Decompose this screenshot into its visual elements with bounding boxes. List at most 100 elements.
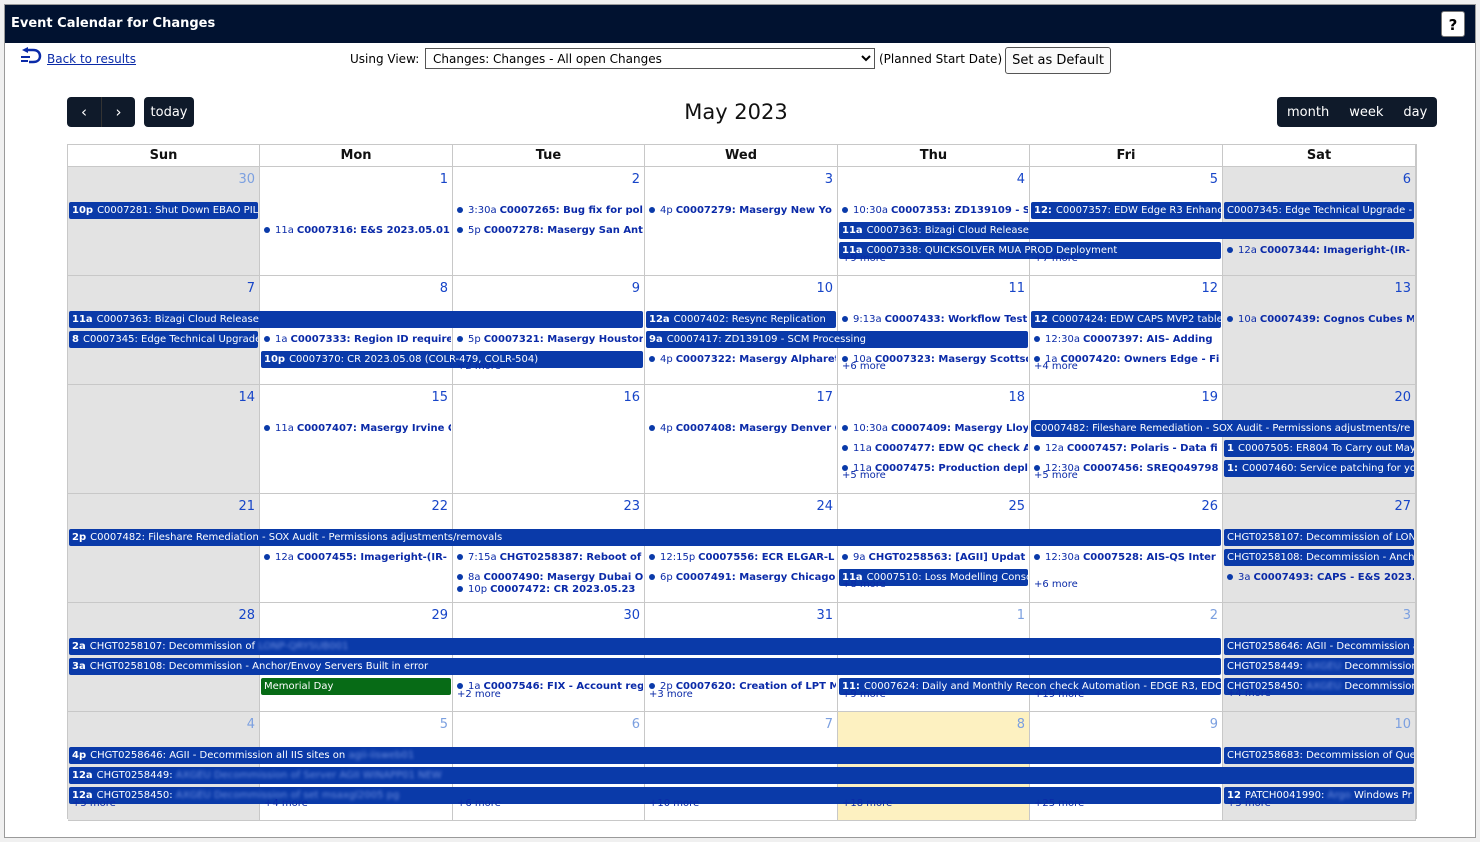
day-number[interactable]: 2 bbox=[632, 172, 640, 187]
more-events-link[interactable]: +18 more bbox=[842, 798, 892, 809]
help-button[interactable]: ? bbox=[1441, 11, 1465, 37]
day-number[interactable]: 13 bbox=[1394, 281, 1411, 296]
event-item[interactable]: 5p C0007278: Masergy San Ant bbox=[454, 222, 643, 239]
day-number[interactable]: 6 bbox=[1403, 172, 1411, 187]
event-bar[interactable]: 3a CHGT0258108: Decommission - Anchor/Env… bbox=[69, 658, 1221, 675]
day-cell[interactable]: 17 bbox=[645, 385, 838, 494]
event-bar[interactable]: CHGT0258646: AGII - Decommission a bbox=[1224, 638, 1414, 655]
event-bar[interactable]: 9a C0007417: ZD139109 - SCM Processing bbox=[646, 331, 1028, 348]
more-events-link[interactable]: +5 more bbox=[842, 470, 886, 481]
more-events-link[interactable]: +5 more bbox=[1034, 470, 1078, 481]
day-number[interactable]: 30 bbox=[238, 172, 255, 187]
day-number[interactable]: 14 bbox=[238, 390, 255, 405]
day-number[interactable]: 8 bbox=[440, 281, 448, 296]
more-events-link[interactable]: +4 more bbox=[264, 798, 308, 809]
day-number[interactable]: 18 bbox=[1008, 390, 1025, 405]
more-events-link[interactable]: +6 more bbox=[1034, 579, 1078, 590]
event-item[interactable]: 1a C0007333: Region ID require bbox=[261, 331, 451, 348]
day-cell[interactable]: 3 bbox=[645, 167, 838, 276]
day-number[interactable]: 23 bbox=[623, 499, 640, 514]
event-item[interactable]: 6p C0007491: Masergy Chicago bbox=[646, 569, 836, 586]
event-item[interactable]: 9:13a C0007433: Workflow Test bbox=[839, 311, 1028, 328]
event-item[interactable]: 3a C0007493: CAPS - E&S 2023. bbox=[1224, 569, 1414, 586]
event-bar[interactable]: C0007482: Fileshare Remediation - SOX Au… bbox=[1031, 420, 1414, 437]
day-number[interactable]: 5 bbox=[440, 717, 448, 732]
day-number[interactable]: 26 bbox=[1201, 499, 1218, 514]
day-cell[interactable]: 16 bbox=[453, 385, 645, 494]
more-events-link[interactable]: +10 more bbox=[649, 798, 699, 809]
day-number[interactable]: 5 bbox=[1210, 172, 1218, 187]
event-item[interactable]: 11a C0007316: E&S 2023.05.01 bbox=[261, 222, 451, 239]
more-events-link[interactable]: +7 more bbox=[1034, 253, 1078, 264]
day-number[interactable]: 9 bbox=[632, 281, 640, 296]
event-bar[interactable]: 11a C0007338: QUICKSOLVER MUA PROD Deploy… bbox=[839, 242, 1221, 259]
event-item[interactable]: 4p C0007322: Masergy Alpharet bbox=[646, 351, 836, 368]
event-bar[interactable]: 4p CHGT0258646: AGII - Decommission all I… bbox=[69, 747, 1221, 764]
back-arrow-icon[interactable] bbox=[19, 47, 43, 67]
event-bar[interactable]: CHGT0258449: AXGEU Decommission bbox=[1224, 658, 1414, 675]
day-number[interactable]: 19 bbox=[1201, 390, 1218, 405]
day-number[interactable]: 4 bbox=[1017, 172, 1025, 187]
holiday-event[interactable]: Memorial Day bbox=[261, 678, 451, 695]
event-item[interactable]: 12:15p C0007556: ECR ELGAR-L bbox=[646, 549, 836, 566]
day-number[interactable]: 31 bbox=[816, 608, 833, 623]
more-events-link[interactable]: +5 more bbox=[1227, 798, 1271, 809]
event-item[interactable]: 4p C0007408: Masergy Denver C bbox=[646, 420, 836, 437]
event-bar[interactable]: 2a CHGT0258107: Decommission of LONP-QRYS… bbox=[69, 638, 1221, 655]
day-number[interactable]: 27 bbox=[1394, 499, 1411, 514]
event-bar[interactable]: 12 C0007424: EDW CAPS MVP2 table bbox=[1031, 311, 1221, 328]
event-item[interactable]: 11a C0007407: Masergy Irvine C bbox=[261, 420, 451, 437]
day-number[interactable]: 15 bbox=[431, 390, 448, 405]
event-item[interactable]: 4p C0007279: Masergy New Yo bbox=[646, 202, 836, 219]
event-bar[interactable]: 12a CHGT0258449: AXGEU Decommission of Se… bbox=[69, 767, 1414, 784]
event-item[interactable]: 7:15a CHGT0258387: Reboot of bbox=[454, 549, 643, 566]
more-events-link[interactable]: +6 more bbox=[457, 798, 501, 809]
day-number[interactable]: 30 bbox=[623, 608, 640, 623]
event-item[interactable]: 12:30a C0007397: AIS- Adding bbox=[1031, 331, 1221, 348]
day-number[interactable]: 3 bbox=[1403, 608, 1411, 623]
more-events-link[interactable]: +19 more bbox=[1034, 689, 1084, 700]
event-bar[interactable]: 1 C0007505: ER804 To Carry out May bbox=[1224, 440, 1414, 457]
event-item[interactable]: 9a CHGT0258563: [AGII] Updat bbox=[839, 549, 1028, 566]
day-cell[interactable]: 30 bbox=[68, 167, 260, 276]
day-number[interactable]: 12 bbox=[1201, 281, 1218, 296]
day-number[interactable]: 1 bbox=[440, 172, 448, 187]
event-item[interactable]: 10:30a C0007409: Masergy Lloyd bbox=[839, 420, 1028, 437]
more-events-link[interactable]: +9 more bbox=[842, 253, 886, 264]
event-item[interactable]: 11a C0007477: EDW QC check A bbox=[839, 440, 1028, 457]
more-events-link[interactable]: +4 more bbox=[1227, 688, 1271, 699]
event-bar[interactable]: 10p C0007370: CR 2023.05.08 (COLR-479, CO… bbox=[261, 351, 643, 368]
event-bar[interactable]: 8 C0007345: Edge Technical Upgrade - bbox=[69, 331, 258, 348]
day-number[interactable]: 11 bbox=[1008, 281, 1025, 296]
event-bar[interactable]: CHGT0258107: Decommission of LON bbox=[1224, 529, 1414, 546]
day-number[interactable]: 9 bbox=[1210, 717, 1218, 732]
day-number[interactable]: 20 bbox=[1394, 390, 1411, 405]
event-item[interactable]: 12a C0007344: Imageright-(IR- bbox=[1224, 242, 1414, 259]
day-cell[interactable]: 14 bbox=[68, 385, 260, 494]
more-events-link[interactable]: +8 more bbox=[842, 579, 886, 590]
day-number[interactable]: 16 bbox=[623, 390, 640, 405]
event-item[interactable]: 10:30a C0007353: ZD139109 - S bbox=[839, 202, 1028, 219]
event-item[interactable]: 10p C0007472: CR 2023.05.23 bbox=[454, 581, 643, 598]
day-number[interactable]: 10 bbox=[816, 281, 833, 296]
event-bar[interactable]: CHGT0258108: Decommission - Ancho bbox=[1224, 549, 1414, 566]
day-number[interactable]: 24 bbox=[816, 499, 833, 514]
event-bar[interactable]: 1: C0007460: Service patching for yo bbox=[1224, 460, 1414, 477]
day-number[interactable]: 6 bbox=[632, 717, 640, 732]
day-number[interactable]: 17 bbox=[816, 390, 833, 405]
event-bar[interactable]: 11: C0007624: Daily and Monthly Recon che… bbox=[839, 678, 1221, 695]
more-events-link[interactable]: +25 more bbox=[1034, 798, 1084, 809]
more-events-link[interactable]: +9 more bbox=[842, 689, 886, 700]
event-item[interactable]: 12a C0007457: Polaris - Data fi bbox=[1031, 440, 1221, 457]
day-number[interactable]: 28 bbox=[238, 608, 255, 623]
day-cell[interactable]: 13 bbox=[1223, 276, 1416, 385]
day-number[interactable]: 21 bbox=[238, 499, 255, 514]
more-events-link[interactable]: +6 more bbox=[842, 361, 886, 372]
day-cell[interactable]: 21 bbox=[68, 494, 260, 603]
month-view-button[interactable]: month bbox=[1277, 97, 1340, 127]
day-cell[interactable]: 15 bbox=[260, 385, 453, 494]
event-item[interactable]: 12:30a C0007528: AIS-QS Inter bbox=[1031, 549, 1221, 566]
event-bar[interactable]: 10pC0007281: Shut Down EBAO PILOT Databa… bbox=[69, 202, 258, 219]
day-number[interactable]: 2 bbox=[1210, 608, 1218, 623]
day-number[interactable]: 22 bbox=[431, 499, 448, 514]
